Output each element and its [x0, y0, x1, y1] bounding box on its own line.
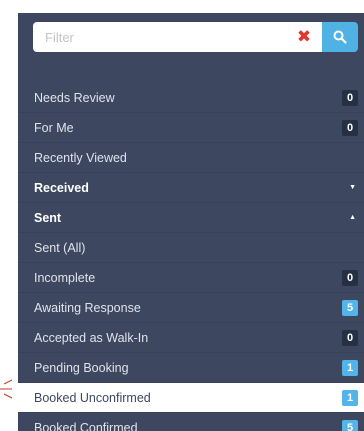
- sidebar-item-label: Recently Viewed: [34, 151, 127, 165]
- sidebar-item-label: Needs Review: [34, 91, 115, 105]
- caret-up-icon[interactable]: ▲: [349, 203, 356, 233]
- count-badge: 0: [342, 270, 358, 286]
- sidebar-item-label: Sent (All): [34, 241, 86, 255]
- sidebar-item-incomplete[interactable]: Incomplete 0: [18, 263, 364, 293]
- count-badge: 1: [342, 390, 358, 406]
- sidebar-item-label: Sent: [34, 211, 62, 225]
- sidebar-item-for-me[interactable]: For Me 0: [18, 113, 364, 143]
- caret-down-icon[interactable]: ▼: [349, 173, 356, 203]
- sidebar-item-needs-review[interactable]: Needs Review 0: [18, 83, 364, 113]
- count-badge: 0: [342, 330, 358, 346]
- sidebar-item-booked-unconfirmed[interactable]: Booked Unconfirmed 1: [18, 383, 364, 413]
- sidebar-item-received[interactable]: Received ▼: [18, 173, 364, 203]
- sidebar-item-label: Awaiting Response: [34, 301, 141, 315]
- filter-input[interactable]: [33, 22, 322, 52]
- sidebar-item-booked-confirmed[interactable]: Booked Confirmed 5: [18, 413, 364, 431]
- sidebar-item-awaiting-response[interactable]: Awaiting Response 5: [18, 293, 364, 323]
- sidebar-item-sent-all[interactable]: Sent (All): [18, 233, 364, 263]
- search-icon: [333, 30, 347, 44]
- sidebar-item-label: For Me: [34, 121, 74, 135]
- count-badge: 0: [342, 120, 358, 136]
- count-badge: 5: [342, 300, 358, 316]
- sidebar-item-pending-booking[interactable]: Pending Booking 1: [18, 353, 364, 383]
- sidebar-item-label: Incomplete: [34, 271, 96, 285]
- sidebar-item-label: Pending Booking: [34, 361, 129, 375]
- sidebar-item-label: Booked Unconfirmed: [34, 391, 151, 405]
- sidebar-item-label: Booked Confirmed: [34, 421, 138, 431]
- sidebar-item-label: Received: [34, 181, 89, 195]
- sidebar-item-sent[interactable]: Sent ▲: [18, 203, 364, 233]
- clear-filter-icon[interactable]: ✖: [293, 22, 315, 52]
- sidebar-item-label: Accepted as Walk-In: [34, 331, 149, 345]
- annotation-bracket: [0, 379, 13, 399]
- sidebar-item-accepted-as-walk-in[interactable]: Accepted as Walk-In 0: [18, 323, 364, 353]
- filter-bar: ✖: [33, 22, 358, 52]
- count-badge: 1: [342, 360, 358, 376]
- sidebar-panel: ✖ Needs Review 0 For Me 0 Recently Viewed Rec…: [18, 13, 364, 431]
- count-badge: 5: [342, 420, 358, 431]
- sidebar-item-recently-viewed[interactable]: Recently Viewed: [18, 143, 364, 173]
- search-button[interactable]: [322, 22, 358, 52]
- folder-list: Needs Review 0 For Me 0 Recently Viewed Recei…: [18, 83, 364, 431]
- count-badge: 0: [342, 90, 358, 106]
